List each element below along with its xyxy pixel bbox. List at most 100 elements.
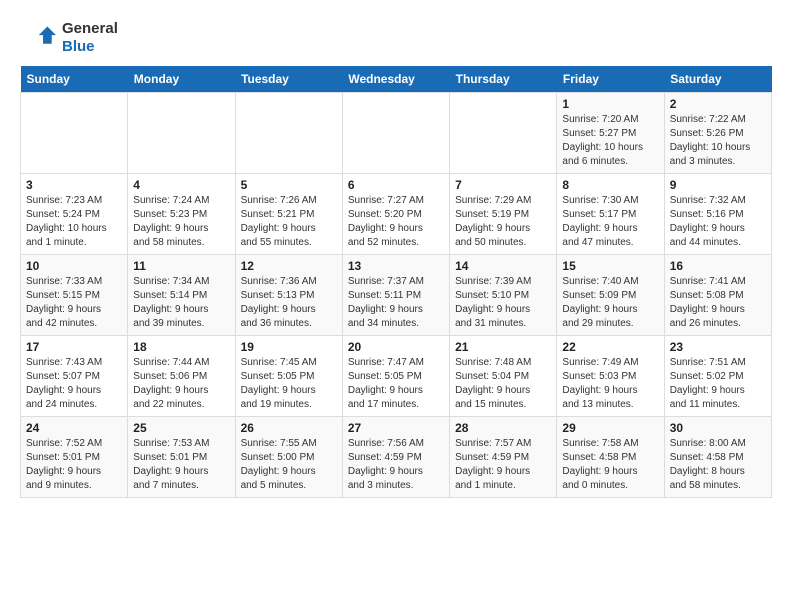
calendar-cell: 14 Sunrise: 7:39 AM Sunset: 5:10 PM Dayli… — [450, 255, 557, 336]
calendar-cell: 11 Sunrise: 7:34 AM Sunset: 5:14 PM Dayli… — [128, 255, 235, 336]
calendar-week-row: 10Sunrise: 7:33 AM Sunset: 5:15 PM Dayli… — [21, 255, 772, 336]
weekday-header-row: SundayMondayTuesdayWednesdayThursdayFrid… — [21, 66, 772, 93]
day-number: 27 — [348, 421, 444, 435]
day-number: 18 — [133, 340, 229, 354]
day-info: Sunrise: 7:56 AM Sunset: 4:59 PM Dayligh… — [348, 437, 444, 493]
calendar-cell: 21Sunrise: 7:48 AM Sunset: 5:04 PM Dayli… — [450, 336, 557, 417]
calendar-cell: 8 Sunrise: 7:30 AM Sunset: 5:17 PM Daylig… — [557, 174, 664, 255]
day-number: 11 — [133, 259, 229, 273]
day-info: Sunrise: 7:32 AM Sunset: 5:16 PM Dayligh… — [670, 194, 766, 250]
day-info: Sunrise: 7:49 AM Sunset: 5:03 PM Dayligh… — [562, 356, 658, 412]
calendar-cell — [342, 93, 449, 174]
day-number: 22 — [562, 340, 658, 354]
calendar-cell — [128, 93, 235, 174]
day-info: Sunrise: 7:44 AM Sunset: 5:06 PM Dayligh… — [133, 356, 229, 412]
day-number: 29 — [562, 421, 658, 435]
day-number: 3 — [26, 178, 122, 192]
day-info: Sunrise: 7:53 AM Sunset: 5:01 PM Dayligh… — [133, 437, 229, 493]
calendar-week-row: 24 Sunrise: 7:52 AM Sunset: 5:01 PM Dayli… — [21, 417, 772, 498]
calendar-cell: 30 Sunrise: 8:00 AM Sunset: 4:58 PM Dayli… — [664, 417, 771, 498]
calendar-cell: 15 Sunrise: 7:40 AM Sunset: 5:09 PM Dayli… — [557, 255, 664, 336]
day-info: Sunrise: 7:37 AM Sunset: 5:11 PM Dayligh… — [348, 275, 444, 331]
day-number: 2 — [670, 97, 766, 111]
calendar-week-row: 3 Sunrise: 7:23 AM Sunset: 5:24 PM Daylig… — [21, 174, 772, 255]
day-info: Sunrise: 7:43 AM Sunset: 5:07 PM Dayligh… — [26, 356, 122, 412]
day-number: 16 — [670, 259, 766, 273]
day-number: 13 — [348, 259, 444, 273]
calendar-cell: 28 Sunrise: 7:57 AM Sunset: 4:59 PM Dayli… — [450, 417, 557, 498]
day-info: Sunrise: 7:57 AM Sunset: 4:59 PM Dayligh… — [455, 437, 551, 493]
day-number: 21 — [455, 340, 551, 354]
calendar-cell — [21, 93, 128, 174]
day-number: 15 — [562, 259, 658, 273]
calendar-cell: 26 Sunrise: 7:55 AM Sunset: 5:00 PM Dayli… — [235, 417, 342, 498]
calendar-cell: 18 Sunrise: 7:44 AM Sunset: 5:06 PM Dayli… — [128, 336, 235, 417]
day-number: 7 — [455, 178, 551, 192]
calendar-cell: 4 Sunrise: 7:24 AM Sunset: 5:23 PM Daylig… — [128, 174, 235, 255]
calendar-cell — [450, 93, 557, 174]
weekday-header: Sunday — [21, 66, 128, 93]
calendar-cell: 2 Sunrise: 7:22 AM Sunset: 5:26 PM Daylig… — [664, 93, 771, 174]
day-info: Sunrise: 7:45 AM Sunset: 5:05 PM Dayligh… — [241, 356, 337, 412]
day-info: Sunrise: 8:00 AM Sunset: 4:58 PM Dayligh… — [670, 437, 766, 493]
day-info: Sunrise: 7:52 AM Sunset: 5:01 PM Dayligh… — [26, 437, 122, 493]
day-number: 26 — [241, 421, 337, 435]
day-number: 20 — [348, 340, 444, 354]
weekday-header: Tuesday — [235, 66, 342, 93]
day-number: 9 — [670, 178, 766, 192]
day-number: 24 — [26, 421, 122, 435]
calendar-table: SundayMondayTuesdayWednesdayThursdayFrid… — [20, 66, 772, 498]
day-info: Sunrise: 7:40 AM Sunset: 5:09 PM Dayligh… — [562, 275, 658, 331]
calendar-cell: 12Sunrise: 7:36 AM Sunset: 5:13 PM Dayli… — [235, 255, 342, 336]
calendar-cell: 29 Sunrise: 7:58 AM Sunset: 4:58 PM Dayli… — [557, 417, 664, 498]
calendar-cell: 27 Sunrise: 7:56 AM Sunset: 4:59 PM Dayli… — [342, 417, 449, 498]
calendar-cell: 3 Sunrise: 7:23 AM Sunset: 5:24 PM Daylig… — [21, 174, 128, 255]
calendar-cell: 25 Sunrise: 7:53 AM Sunset: 5:01 PM Dayli… — [128, 417, 235, 498]
day-info: Sunrise: 7:33 AM Sunset: 5:15 PM Dayligh… — [26, 275, 122, 331]
day-info: Sunrise: 7:39 AM Sunset: 5:10 PM Dayligh… — [455, 275, 551, 331]
calendar-cell: 5 Sunrise: 7:26 AM Sunset: 5:21 PM Daylig… — [235, 174, 342, 255]
calendar-cell: 7 Sunrise: 7:29 AM Sunset: 5:19 PM Daylig… — [450, 174, 557, 255]
calendar-cell: 10Sunrise: 7:33 AM Sunset: 5:15 PM Dayli… — [21, 255, 128, 336]
calendar-cell: 6Sunrise: 7:27 AM Sunset: 5:20 PM Daylig… — [342, 174, 449, 255]
day-info: Sunrise: 7:30 AM Sunset: 5:17 PM Dayligh… — [562, 194, 658, 250]
day-number: 23 — [670, 340, 766, 354]
calendar-cell: 1Sunrise: 7:20 AM Sunset: 5:27 PM Daylig… — [557, 93, 664, 174]
weekday-header: Saturday — [664, 66, 771, 93]
day-number: 8 — [562, 178, 658, 192]
calendar-week-row: 17 Sunrise: 7:43 AM Sunset: 5:07 PM Dayli… — [21, 336, 772, 417]
calendar-week-row: 1Sunrise: 7:20 AM Sunset: 5:27 PM Daylig… — [21, 93, 772, 174]
day-info: Sunrise: 7:51 AM Sunset: 5:02 PM Dayligh… — [670, 356, 766, 412]
day-info: Sunrise: 7:36 AM Sunset: 5:13 PM Dayligh… — [241, 275, 337, 331]
day-number: 14 — [455, 259, 551, 273]
calendar-cell: 23 Sunrise: 7:51 AM Sunset: 5:02 PM Dayli… — [664, 336, 771, 417]
day-number: 30 — [670, 421, 766, 435]
day-number: 4 — [133, 178, 229, 192]
calendar-cell: 20 Sunrise: 7:47 AM Sunset: 5:05 PM Dayli… — [342, 336, 449, 417]
day-info: Sunrise: 7:22 AM Sunset: 5:26 PM Dayligh… — [670, 113, 766, 169]
weekday-header: Thursday — [450, 66, 557, 93]
calendar-cell: 17 Sunrise: 7:43 AM Sunset: 5:07 PM Dayli… — [21, 336, 128, 417]
day-info: Sunrise: 7:27 AM Sunset: 5:20 PM Dayligh… — [348, 194, 444, 250]
day-info: Sunrise: 7:23 AM Sunset: 5:24 PM Dayligh… — [26, 194, 122, 250]
day-number: 19 — [241, 340, 337, 354]
day-info: Sunrise: 7:47 AM Sunset: 5:05 PM Dayligh… — [348, 356, 444, 412]
calendar-cell: 13 Sunrise: 7:37 AM Sunset: 5:11 PM Dayli… — [342, 255, 449, 336]
day-number: 5 — [241, 178, 337, 192]
calendar-cell: 22 Sunrise: 7:49 AM Sunset: 5:03 PM Dayli… — [557, 336, 664, 417]
day-info: Sunrise: 7:29 AM Sunset: 5:19 PM Dayligh… — [455, 194, 551, 250]
logo-text-block: GeneralBlue — [62, 20, 118, 56]
weekday-header: Wednesday — [342, 66, 449, 93]
day-info: Sunrise: 7:24 AM Sunset: 5:23 PM Dayligh… — [133, 194, 229, 250]
day-info: Sunrise: 7:34 AM Sunset: 5:14 PM Dayligh… — [133, 275, 229, 331]
logo: GeneralBlue — [20, 20, 118, 56]
calendar-cell: 9 Sunrise: 7:32 AM Sunset: 5:16 PM Daylig… — [664, 174, 771, 255]
calendar-cell: 16Sunrise: 7:41 AM Sunset: 5:08 PM Dayli… — [664, 255, 771, 336]
day-number: 17 — [26, 340, 122, 354]
day-info: Sunrise: 7:26 AM Sunset: 5:21 PM Dayligh… — [241, 194, 337, 250]
calendar-cell: 19 Sunrise: 7:45 AM Sunset: 5:05 PM Dayli… — [235, 336, 342, 417]
day-info: Sunrise: 7:55 AM Sunset: 5:00 PM Dayligh… — [241, 437, 337, 493]
day-info: Sunrise: 7:58 AM Sunset: 4:58 PM Dayligh… — [562, 437, 658, 493]
day-number: 25 — [133, 421, 229, 435]
day-number: 28 — [455, 421, 551, 435]
